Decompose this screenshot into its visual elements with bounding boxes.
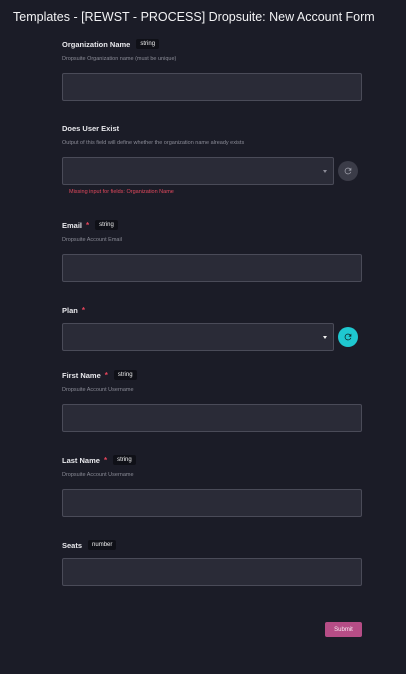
refresh-button[interactable] xyxy=(338,161,358,181)
first-name-input[interactable] xyxy=(62,404,362,432)
email-input[interactable] xyxy=(62,254,362,282)
seats-label: Seats xyxy=(62,540,83,550)
org-name-description: Dropsuite Organization name (must be uni… xyxy=(62,56,177,62)
org-name-field: Organization Name string Dropsuite Organ… xyxy=(62,38,362,101)
chevron-down-icon xyxy=(323,170,327,173)
error-message: Missing input for fields: Organization N… xyxy=(69,189,174,195)
last-name-description: Dropsuite Account Username xyxy=(62,472,134,478)
refresh-button[interactable] xyxy=(338,327,358,347)
type-tag: string xyxy=(95,220,118,230)
first-name-label: First Name xyxy=(62,370,101,380)
chevron-down-icon xyxy=(323,336,327,339)
refresh-icon xyxy=(344,167,352,175)
first-name-field: First Name * string Dropsuite Account Us… xyxy=(62,369,362,432)
first-name-description: Dropsuite Account Username xyxy=(62,387,134,393)
user-exists-label: Does User Exist xyxy=(62,123,120,133)
org-name-label: Organization Name xyxy=(62,39,131,49)
last-name-label: Last Name xyxy=(62,455,100,465)
required-mark: * xyxy=(81,305,85,315)
page-title: Templates - [REWST - PROCESS] Dropsuite:… xyxy=(13,10,375,24)
refresh-icon xyxy=(344,333,352,341)
user-exists-description: Output of this field will define whether… xyxy=(62,140,245,146)
plan-select[interactable] xyxy=(62,323,334,351)
submit-button[interactable]: Submit xyxy=(325,622,362,637)
required-mark: * xyxy=(86,220,90,230)
plan-label: Plan xyxy=(62,305,78,315)
seats-field: Seats number xyxy=(62,539,362,586)
form-page: Templates - [REWST - PROCESS] Dropsuite:… xyxy=(0,0,406,674)
type-tag: string xyxy=(136,39,160,49)
email-label: Email xyxy=(62,220,83,230)
type-tag: string xyxy=(113,455,136,465)
org-name-input[interactable] xyxy=(62,73,362,101)
required-mark: * xyxy=(103,455,108,465)
required-mark: * xyxy=(104,370,108,380)
email-field: Email * string Dropsuite Account Email xyxy=(62,219,362,282)
type-tag: number xyxy=(88,540,117,550)
type-tag: string xyxy=(113,370,137,380)
last-name-input[interactable] xyxy=(62,489,362,517)
user-exists-field: Does User Exist Output of this field wil… xyxy=(62,122,362,195)
email-description: Dropsuite Account Email xyxy=(62,237,122,243)
last-name-field: Last Name * string Dropsuite Account Use… xyxy=(62,454,362,517)
user-exists-select[interactable] xyxy=(62,157,334,185)
seats-input[interactable] xyxy=(62,558,362,586)
plan-field: Plan * xyxy=(62,304,362,351)
